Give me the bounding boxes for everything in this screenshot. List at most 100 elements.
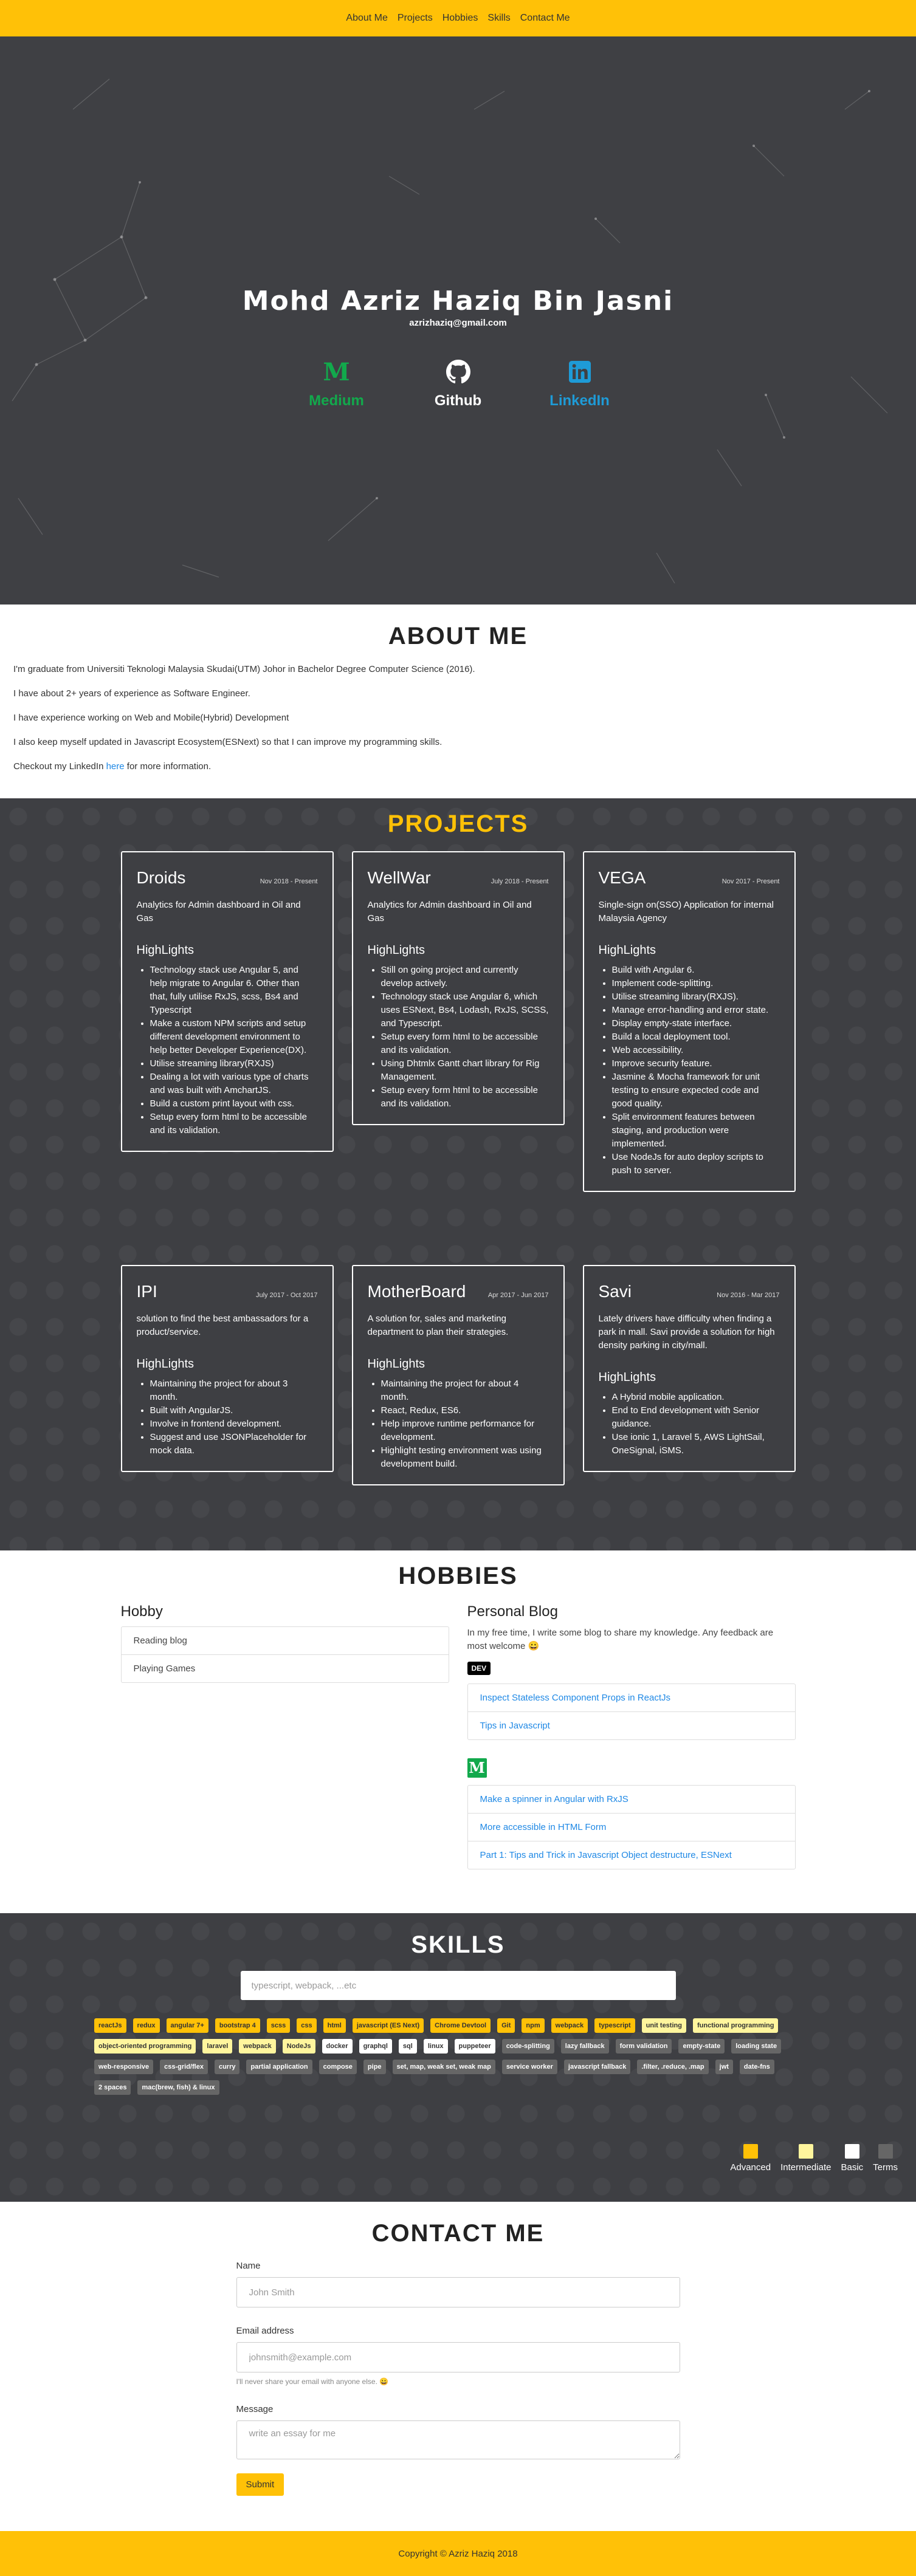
- project-title: Savi: [598, 1282, 632, 1301]
- skill-tag: functional programming: [692, 2018, 779, 2033]
- highlight-item: Manage error-handling and error state.: [612, 1004, 780, 1017]
- skills-tag-list: reactJs redux angular 7+ bootstrap 4 scss css…: [94, 2018, 799, 2095]
- skill-tag: .filter, .reduce, .map: [637, 2060, 709, 2074]
- project-description: solution to find the best ambassadors fo…: [136, 1314, 309, 1337]
- social-github-label: Github: [434, 392, 482, 409]
- medium-logo[interactable]: M: [467, 1758, 487, 1778]
- blog-intro: In my free time, I write some blog to sh…: [467, 1628, 774, 1651]
- project-highlights-list: Maintaining the project for about 4 mont…: [368, 1377, 549, 1471]
- skill-tag: html: [323, 2018, 346, 2033]
- projects-section: PROJECTS Droids Nov 2018 - Present Analyt…: [0, 798, 916, 1550]
- dev-logo[interactable]: DEV: [467, 1662, 491, 1675]
- project-card: IPI July 2017 - Oct 2017 solution to find…: [120, 1265, 334, 1472]
- skill-tag: Git: [497, 2018, 515, 2033]
- hobbies-section: HOBBIES Hobby Reading blog Playing Games…: [0, 1550, 916, 1913]
- nav-link-about[interactable]: About Me: [346, 13, 387, 24]
- nav-link-hobbies[interactable]: Hobbies: [443, 13, 478, 24]
- legend-item: Intermediate: [780, 2144, 831, 2173]
- project-title: VEGA: [598, 868, 646, 887]
- skill-tag: lazy fallback: [560, 2039, 609, 2054]
- skill-tag: Chrome Devtool: [430, 2018, 491, 2033]
- blog-post-link[interactable]: Part 1: Tips and Trick in Javascript Obj…: [467, 1841, 795, 1869]
- highlight-item: Jasmine & Mocha framework for unit testi…: [612, 1070, 780, 1111]
- project-highlights-heading: HighLights: [136, 1357, 195, 1371]
- highlight-item: Maintaining the project for about 4 mont…: [381, 1377, 549, 1404]
- nav-link-projects[interactable]: Projects: [398, 13, 433, 24]
- project-highlights-heading: HighLights: [136, 944, 195, 957]
- email-help-text: I'll never share your email with anyone …: [236, 2377, 389, 2386]
- highlight-item: Setup every form html to be accessible a…: [381, 1084, 549, 1111]
- social-github-link[interactable]: Github: [416, 358, 501, 409]
- skill-tag: date-fns: [739, 2060, 774, 2074]
- project-highlights-heading: HighLights: [598, 1371, 656, 1384]
- contact-form: Name Email address I'll never share your…: [236, 2261, 680, 2496]
- social-medium-label: Medium: [309, 392, 364, 409]
- social-linkedin-link[interactable]: LinkedIn: [537, 358, 622, 409]
- hobbies-title: HOBBIES: [398, 1563, 518, 1589]
- blog-post-link[interactable]: Inspect Stateless Component Props in Rea…: [468, 1684, 795, 1711]
- skill-tag: puppeteer: [454, 2039, 495, 2054]
- highlight-item: Technology stack use Angular 5, and help…: [150, 964, 318, 1017]
- highlight-item: Dealing a lot with various type of chart…: [150, 1070, 318, 1097]
- github-icon: [416, 358, 501, 385]
- name-label: Name: [236, 2261, 261, 2271]
- skill-tag: NodeJs: [282, 2039, 315, 2054]
- skills-search-input[interactable]: [240, 1971, 676, 2000]
- skill-tag: css-grid/flex: [160, 2060, 208, 2074]
- social-medium-link[interactable]: M Medium: [294, 358, 379, 409]
- skill-tag: form validation: [615, 2039, 672, 2054]
- hobbies-columns: Hobby Reading blog Playing Games Persona…: [120, 1603, 796, 1869]
- project-highlights-list: Still on going project and currently dev…: [368, 964, 549, 1111]
- skill-tag: npm: [522, 2018, 545, 2033]
- blog-post-link[interactable]: More accessible in HTML Form: [467, 1813, 795, 1841]
- highlight-item: Build a local deployment tool.: [612, 1030, 780, 1044]
- about-linkedin-link[interactable]: here: [106, 761, 125, 772]
- skills-section: SKILLS reactJs redux angular 7+ bootstrap 4…: [0, 1913, 916, 2202]
- about-linkedin-prefix: Checkout my LinkedIn: [13, 761, 106, 772]
- highlight-item: Display empty-state interface.: [612, 1017, 780, 1030]
- nav-link-contact[interactable]: Contact Me: [520, 13, 570, 24]
- legend-swatch: [878, 2144, 893, 2159]
- skill-tag: javascript (ES Next): [352, 2018, 424, 2033]
- blog-post-link[interactable]: Tips in Javascript: [467, 1711, 795, 1739]
- project-description: Lately drivers have difficulty when find…: [598, 1314, 775, 1351]
- highlight-item: Make a custom NPM scripts and setup diff…: [150, 1017, 318, 1057]
- legend-item: Basic: [841, 2144, 863, 2173]
- hero-name: Mohd Azriz Haziq Bin Jasni: [242, 286, 674, 317]
- nav-link-skills[interactable]: Skills: [487, 13, 510, 24]
- project-date: July 2018 - Present: [491, 878, 549, 885]
- highlight-item: A Hybrid mobile application.: [612, 1391, 780, 1404]
- name-field[interactable]: [236, 2277, 680, 2307]
- skill-tag: curry: [214, 2060, 240, 2074]
- project-title: IPI: [136, 1282, 157, 1301]
- message-field[interactable]: [236, 2420, 680, 2459]
- about-title: ABOUT ME: [388, 623, 528, 649]
- projects-grid: Droids Nov 2018 - Present Analytics for A…: [120, 851, 796, 1485]
- project-highlights-list: Maintaining the project for about 3 mont…: [137, 1377, 318, 1458]
- highlight-item: Highlight testing environment was using …: [381, 1444, 549, 1471]
- project-date: July 2017 - Oct 2017: [255, 1292, 318, 1299]
- skill-tag: reactJs: [94, 2018, 126, 2033]
- highlight-item: Still on going project and currently dev…: [381, 964, 549, 990]
- project-title: Droids: [136, 868, 186, 887]
- hero-section: Mohd Azriz Haziq Bin Jasni azrizhaziq@gm…: [0, 36, 916, 605]
- skill-tag: object-oriented programming: [94, 2039, 196, 2054]
- skill-tag: webpack: [551, 2018, 588, 2033]
- skill-tag: loading state: [731, 2039, 782, 2054]
- skill-tag: jwt: [715, 2060, 733, 2074]
- skill-tag: docker: [322, 2039, 353, 2054]
- legend-swatch: [844, 2144, 859, 2159]
- highlight-item: Use ionic 1, Laravel 5, AWS LightSail, O…: [612, 1431, 780, 1458]
- skill-tag: css: [297, 2018, 317, 2033]
- email-field[interactable]: [236, 2342, 680, 2372]
- highlight-item: Using Dhtmlx Gantt chart library for Rig…: [381, 1057, 549, 1084]
- project-description: Single-sign on(SSO) Application for inte…: [598, 900, 774, 923]
- legend-label: Terms: [873, 2162, 898, 2173]
- skill-tag: set, map, weak set, weak map: [392, 2060, 495, 2074]
- project-description: Analytics for Admin dashboard in Oil and…: [367, 900, 532, 923]
- skill-tag: redux: [133, 2018, 160, 2033]
- blog-post-link[interactable]: Make a spinner in Angular with RxJS: [468, 1786, 795, 1813]
- project-highlights-list: Technology stack use Angular 5, and help…: [137, 964, 318, 1137]
- project-date: Nov 2018 - Present: [260, 878, 318, 885]
- submit-button[interactable]: Submit: [236, 2473, 284, 2496]
